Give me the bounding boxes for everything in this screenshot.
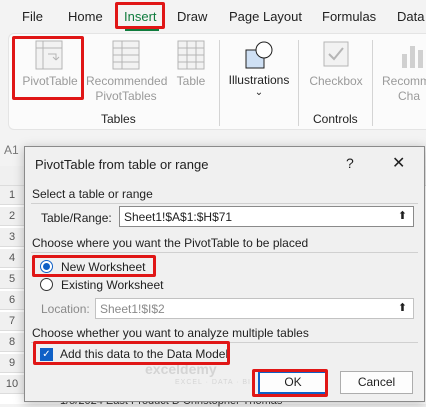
recommended-pivottables-icon: [112, 40, 140, 70]
recommended-pivot-line1: Recommended: [86, 74, 168, 88]
table-range-label: Table/Range:: [41, 211, 112, 225]
tab-page-layout[interactable]: Page Layout: [229, 9, 302, 24]
section-multiple-tables: Choose whether you want to analyze multi…: [32, 326, 309, 340]
row-header[interactable]: 4: [0, 249, 24, 268]
cancel-button[interactable]: Cancel: [340, 371, 413, 394]
row-header[interactable]: 10: [0, 375, 24, 394]
ok-button-highlight: [252, 369, 328, 397]
range-picker-icon[interactable]: ⬆: [393, 207, 412, 226]
recommended-charts-button[interactable]: Recomm Cha: [376, 36, 426, 104]
tab-draw[interactable]: Draw: [177, 9, 207, 24]
table-label: Table: [176, 74, 206, 88]
location-input[interactable]: Sheet1!$I$2: [95, 298, 414, 319]
pivottable-highlight: [12, 36, 84, 100]
data-model-highlight: [33, 341, 230, 365]
help-icon[interactable]: ?: [346, 155, 354, 171]
checkbox-icon: [323, 41, 349, 67]
row-header[interactable]: 1: [0, 186, 24, 205]
new-worksheet-highlight: [32, 255, 156, 277]
dialog-title: PivotTable from table or range: [35, 157, 209, 172]
illustrations-button[interactable]: Illustrations ⌄: [224, 36, 294, 104]
group-label-tables: Tables: [101, 112, 136, 126]
group-label-controls: Controls: [313, 112, 358, 126]
close-icon[interactable]: ✕: [392, 153, 405, 173]
recommended-charts-line2: Cha: [398, 89, 421, 103]
range-picker-icon[interactable]: ⬆: [393, 299, 412, 318]
section-divider: [31, 252, 418, 253]
row-header[interactable]: 2: [0, 207, 24, 226]
tab-home[interactable]: Home: [68, 9, 103, 24]
watermark-tagline: EXCEL · DATA · BI: [175, 379, 251, 386]
location-label: Location:: [41, 302, 90, 316]
tab-formulas[interactable]: Formulas: [322, 9, 376, 24]
section-divider: [31, 203, 418, 204]
recommended-charts-icon: [402, 46, 423, 68]
row-header[interactable]: 8: [0, 333, 24, 352]
existing-worksheet-radio[interactable]: [40, 278, 53, 291]
ribbon-separator: [219, 40, 220, 126]
row-header[interactable]: 5: [0, 270, 24, 289]
table-range-input[interactable]: Sheet1!$A$1:$H$71: [119, 206, 414, 227]
recommended-charts-line1: Recomm: [382, 74, 426, 88]
insert-tab-highlight: [115, 2, 165, 29]
recommended-pivottables-button[interactable]: Recommended PivotTables: [86, 36, 168, 104]
existing-worksheet-label[interactable]: Existing Worksheet: [61, 278, 164, 292]
ribbon-tab-bar: File Home Insert Draw Page Layout Formul…: [0, 0, 426, 33]
row-header[interactable]: 7: [0, 312, 24, 331]
table-icon: [177, 40, 205, 70]
row-header[interactable]: 6: [0, 291, 24, 310]
checkbox-label: Checkbox: [309, 74, 363, 88]
illustrations-icon: [245, 41, 273, 69]
tab-file[interactable]: File: [22, 9, 43, 24]
ribbon-separator: [298, 40, 299, 126]
checkbox-button[interactable]: Checkbox: [304, 36, 368, 104]
active-tab-indicator: [125, 29, 159, 31]
chevron-down-icon: ⌄: [254, 87, 264, 98]
tab-data[interactable]: Data: [397, 9, 424, 24]
row-header[interactable]: 9: [0, 354, 24, 373]
table-button[interactable]: Table: [170, 36, 212, 104]
row-header[interactable]: 3: [0, 228, 24, 247]
ribbon-separator: [372, 40, 373, 126]
section-placement: Choose where you want the PivotTable to …: [32, 236, 309, 250]
section-select-range: Select a table or range: [32, 187, 153, 201]
recommended-pivot-line2: PivotTables: [95, 89, 157, 103]
illustrations-label: Illustrations: [228, 73, 290, 87]
